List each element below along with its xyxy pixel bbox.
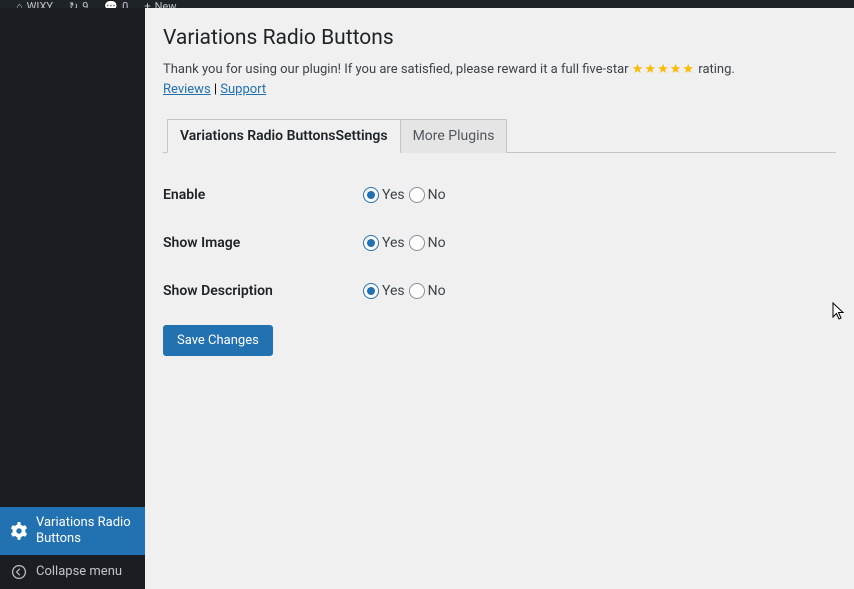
radio-show-desc-yes[interactable] — [363, 283, 379, 299]
tab-more-plugins[interactable]: More Plugins — [400, 119, 508, 153]
home-icon: ⌂ — [16, 0, 23, 8]
radio-label: No — [428, 187, 446, 203]
radio-option-no[interactable]: No — [409, 187, 446, 203]
adminbar-new-label: New — [155, 0, 177, 8]
radio-label: Yes — [382, 187, 405, 203]
sidebar-collapse-menu[interactable]: Collapse menu — [0, 555, 145, 589]
setting-row-show-description: Show Description Yes No — [163, 267, 836, 315]
thank-you-suffix: rating. — [695, 62, 735, 77]
comment-icon: 💬 — [104, 0, 118, 8]
radio-enable-yes[interactable] — [363, 187, 379, 203]
radio-label: No — [428, 235, 446, 251]
adminbar-comments[interactable]: 💬 0 — [96, 0, 136, 8]
adminbar-comments-count: 0 — [122, 0, 128, 8]
settings-form: Enable Yes No Show Image — [163, 171, 836, 315]
radio-show-image-yes[interactable] — [363, 235, 379, 251]
reviews-link[interactable]: Reviews — [163, 82, 211, 97]
collapse-icon — [10, 563, 28, 581]
radio-option-no[interactable]: No — [409, 235, 446, 251]
setting-label: Show Description — [163, 283, 363, 299]
adminbar-site-label: WIXY — [27, 0, 53, 8]
link-separator: | — [211, 82, 221, 97]
radio-group-show-description: Yes No — [363, 283, 446, 299]
setting-label: Enable — [163, 187, 363, 203]
support-link[interactable]: Support — [220, 82, 266, 97]
thank-you-text: Thank you for using our plugin! If you a… — [163, 62, 632, 77]
save-button[interactable]: Save Changes — [163, 325, 273, 356]
setting-row-show-image: Show Image Yes No — [163, 219, 836, 267]
sidebar-collapse-label: Collapse menu — [36, 564, 122, 580]
radio-show-image-no[interactable] — [409, 235, 425, 251]
admin-sidebar: Variations Radio Buttons Collapse menu — [0, 8, 145, 589]
setting-row-enable: Enable Yes No — [163, 171, 836, 219]
radio-show-desc-no[interactable] — [409, 283, 425, 299]
settings-tabs: Variations Radio ButtonsSettings More Pl… — [163, 119, 836, 153]
radio-group-enable: Yes No — [363, 187, 446, 203]
gear-icon — [10, 522, 28, 540]
radio-enable-no[interactable] — [409, 187, 425, 203]
radio-option-yes[interactable]: Yes — [363, 187, 405, 203]
refresh-icon: ↻ — [69, 0, 78, 8]
radio-label: No — [428, 283, 446, 299]
main-content: Variations Radio Buttons Thank you for u… — [145, 8, 854, 589]
sidebar-item-variations-radio-buttons[interactable]: Variations Radio Buttons — [0, 507, 145, 556]
radio-option-yes[interactable]: Yes — [363, 283, 405, 299]
plus-icon: + — [144, 0, 150, 8]
setting-label: Show Image — [163, 235, 363, 251]
adminbar-site[interactable]: ⌂ WIXY — [8, 0, 61, 8]
tab-settings[interactable]: Variations Radio ButtonsSettings — [167, 119, 401, 153]
radio-label: Yes — [382, 235, 405, 251]
radio-option-no[interactable]: No — [409, 283, 446, 299]
adminbar-updates-count: 9 — [82, 0, 88, 8]
radio-label: Yes — [382, 283, 405, 299]
admin-toolbar: ⌂ WIXY ↻ 9 💬 0 + New — [0, 0, 854, 8]
adminbar-updates[interactable]: ↻ 9 — [61, 0, 96, 8]
sidebar-item-label: Variations Radio Buttons — [36, 515, 135, 548]
thank-you-notice: Thank you for using our plugin! If you a… — [163, 60, 836, 80]
adminbar-new[interactable]: + New — [136, 0, 184, 8]
radio-option-yes[interactable]: Yes — [363, 235, 405, 251]
notice-links: Reviews | Support — [163, 82, 836, 97]
radio-group-show-image: Yes No — [363, 235, 446, 251]
stars-icon: ★★★★★ — [632, 62, 695, 77]
page-title: Variations Radio Buttons — [163, 26, 836, 50]
